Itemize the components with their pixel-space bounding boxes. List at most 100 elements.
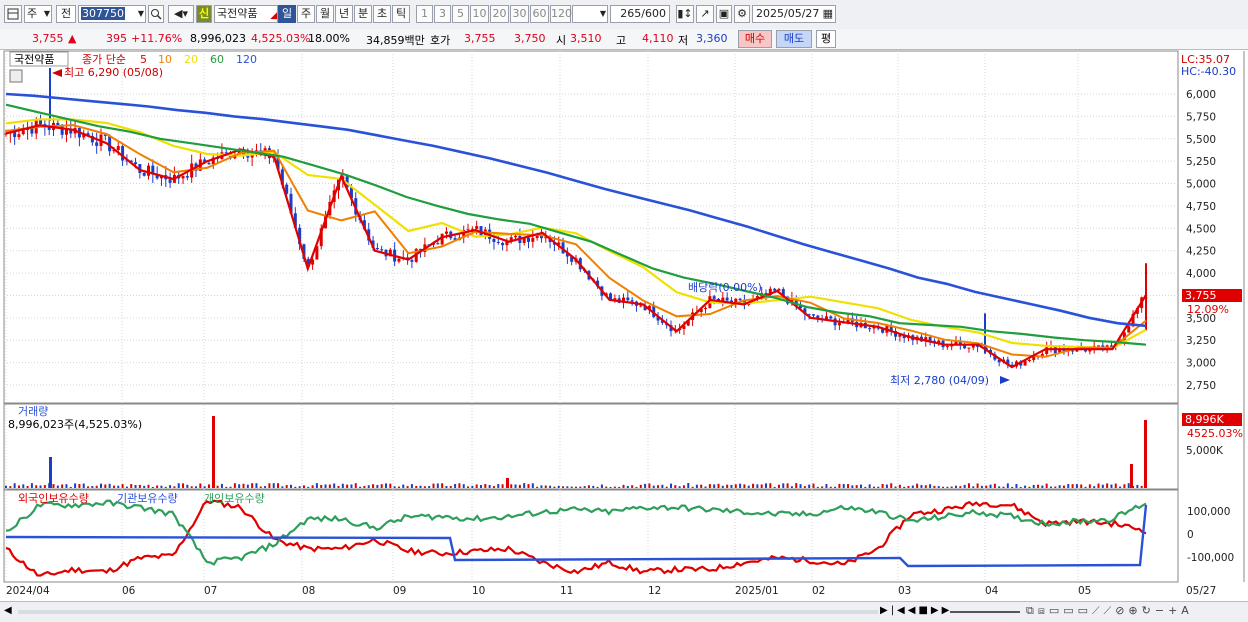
playback-controls[interactable]: ▶|◀◀■▶▶: [880, 605, 952, 616]
volume-bar: [449, 486, 452, 488]
volume-bar-peak: [506, 478, 509, 488]
period-tab-5[interactable]: 초: [373, 5, 391, 23]
volume-bar: [536, 486, 539, 488]
volume-bar: [756, 484, 759, 488]
individual-holdings-title: 개인보유수량: [204, 492, 265, 505]
volume-bar: [436, 483, 439, 488]
zoom-slider[interactable]: [950, 611, 1020, 613]
volume-bar: [557, 485, 560, 488]
volume-bar: [1119, 486, 1122, 488]
chevron-down-icon: ▼: [599, 9, 606, 18]
date-tick-7: 12: [648, 585, 661, 597]
volume-bar: [795, 483, 798, 488]
buy-button[interactable]: 매수: [738, 30, 772, 48]
volume-bar: [937, 486, 940, 488]
date-field[interactable]: 2025/05/27 ▦: [752, 5, 836, 23]
stock-chart[interactable]: 6,000 5,750 5,500 5,250 5,000 4,750 4,500 4,250…: [0, 49, 1248, 601]
volume-bar: [682, 485, 685, 488]
volume-axis-label: 5,000K: [1186, 445, 1224, 457]
volume-bar: [423, 486, 426, 488]
candle-body: [773, 288, 777, 291]
volume-bar: [117, 485, 120, 488]
candle-body: [17, 134, 21, 138]
eval-button[interactable]: 평: [816, 30, 836, 48]
period-tab-6[interactable]: 틱: [392, 5, 410, 23]
volume-bar: [164, 486, 167, 488]
market-select[interactable]: 주 ▼: [24, 5, 52, 23]
volume-bar: [410, 484, 413, 488]
volume-bar: [821, 486, 824, 488]
volume-bar: [246, 484, 249, 488]
change-amount: 395: [106, 32, 127, 45]
volume-bar: [82, 483, 85, 488]
volume-bar: [380, 484, 383, 488]
sell-button[interactable]: 매도: [776, 30, 812, 48]
volume-bar: [233, 483, 236, 488]
ma-legend-60: 60: [210, 53, 224, 66]
save-icon[interactable]: ▣: [716, 5, 732, 23]
view-tools-icons[interactable]: ⧉⧈▭▭▭⟋⟋⊘⊕↻−+A: [1026, 604, 1193, 618]
volume-bar: [229, 486, 232, 488]
scroll-left-icon[interactable]: ◀: [4, 605, 12, 616]
volume-bar: [346, 484, 349, 488]
volume-bar: [549, 485, 552, 488]
period-tab-0[interactable]: 일: [278, 5, 296, 23]
volume-bar: [980, 485, 983, 488]
volume-bar: [885, 484, 888, 488]
data-count-field[interactable]: 265/600: [610, 5, 670, 23]
interval-tab-60[interactable]: 60: [530, 5, 549, 23]
candle-icon[interactable]: ▮↕: [676, 5, 694, 23]
volume-bar: [428, 486, 431, 488]
volume-bar: [259, 486, 262, 488]
interval-input[interactable]: ▼: [572, 5, 608, 23]
search-icon[interactable]: [148, 5, 164, 23]
volume-bar: [1106, 483, 1109, 488]
period-tab-1[interactable]: 주: [297, 5, 315, 23]
interval-tab-20[interactable]: 20: [490, 5, 509, 23]
sound-icon[interactable]: ◀▾: [168, 5, 194, 23]
change-percent: +11.76%: [131, 32, 183, 45]
volume-bar: [894, 486, 897, 488]
volume-bar: [877, 486, 880, 488]
stock-code-input[interactable]: 307750 ▼: [78, 5, 146, 23]
date-tick-10: 03: [898, 585, 911, 597]
volume-bar: [56, 485, 59, 488]
market-label: 주: [27, 7, 38, 20]
volume-bar: [587, 485, 590, 488]
volume-bar: [173, 486, 176, 488]
volume-bar: [454, 483, 457, 488]
drawing-tools-icon[interactable]: ↗: [696, 5, 714, 23]
stock-name-field[interactable]: 국전약품 ◢: [214, 5, 278, 23]
volume-bar: [462, 484, 465, 488]
stock-label: 국전약품: [14, 52, 54, 66]
prev-button[interactable]: 전: [56, 5, 76, 23]
volume-bar: [998, 486, 1001, 488]
period-tab-2[interactable]: 월: [316, 5, 334, 23]
settings-icon[interactable]: ⚙: [734, 5, 750, 23]
period-tab-3[interactable]: 년: [335, 5, 353, 23]
interval-tab-120[interactable]: 120: [550, 5, 572, 23]
volume-bar-peak: [1144, 420, 1147, 488]
volume-bar: [881, 484, 884, 488]
volume-bar: [713, 484, 716, 488]
date-tick-5: 10: [472, 585, 485, 597]
volume-bar: [104, 484, 107, 488]
interval-tab-1[interactable]: 1: [416, 5, 433, 23]
interval-tab-5[interactable]: 5: [452, 5, 469, 23]
volume-bar: [946, 486, 949, 488]
candle-body: [39, 120, 43, 125]
volume-bar: [1127, 483, 1130, 488]
volume-bar: [277, 483, 280, 488]
date-tick-11: 04: [985, 585, 999, 597]
scroll-track[interactable]: [18, 610, 878, 614]
interval-tab-10[interactable]: 10: [470, 5, 489, 23]
volume-bar: [972, 486, 975, 488]
volume-bar: [406, 486, 409, 488]
interval-tab-30[interactable]: 30: [510, 5, 529, 23]
chart-layout-icon[interactable]: [4, 5, 22, 23]
grid-toggle-icon[interactable]: [9, 69, 23, 83]
volume-bar: [687, 483, 690, 488]
period-tab-4[interactable]: 분: [354, 5, 372, 23]
volume-bar: [933, 485, 936, 488]
interval-tab-3[interactable]: 3: [434, 5, 451, 23]
